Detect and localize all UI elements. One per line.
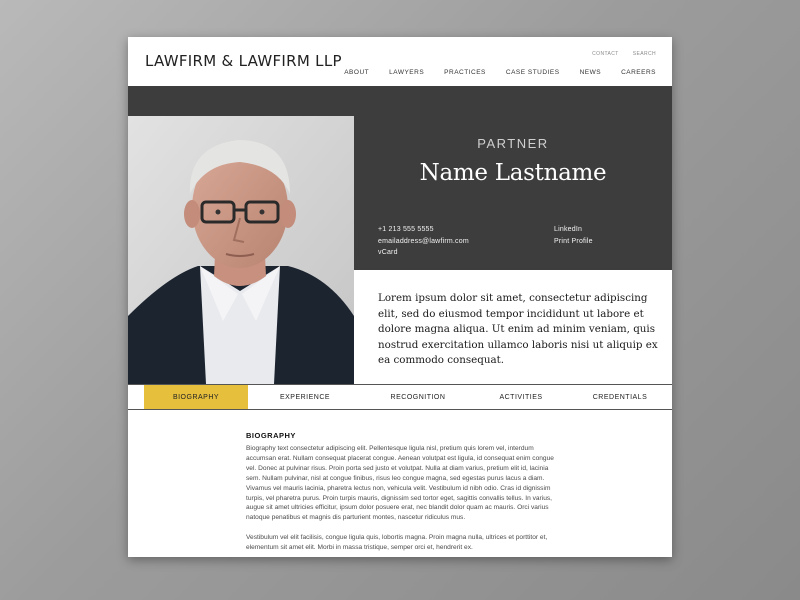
phone-link[interactable]: +1 213 555 5555 (378, 224, 469, 236)
tab-activities[interactable]: ACTIVITIES (474, 385, 568, 409)
tab-experience[interactable]: EXPERIENCE (248, 385, 362, 409)
vcard-link[interactable]: vCard (378, 247, 469, 259)
utility-nav: CONTACT SEARCH (592, 51, 656, 57)
profile-header-panel: PARTNER Name Lastname +1 213 555 5555 em… (354, 116, 672, 270)
print-profile-link[interactable]: Print Profile (554, 236, 593, 248)
profile-intro: Lorem ipsum dolor sit amet, consectetur … (378, 292, 658, 366)
biography-paragraph: Vestibulum vel elit facilisis, congue li… (246, 534, 548, 552)
nav-item-lawyers[interactable]: LAWYERS (389, 69, 424, 76)
biography-heading: BIOGRAPHY (246, 431, 296, 440)
linkedin-link[interactable]: LinkedIn (554, 224, 593, 236)
profile-tabs: BIOGRAPHY EXPERIENCE RECOGNITION ACTIVIT… (128, 384, 672, 410)
email-link[interactable]: emailaddress@lawfirm.com (378, 236, 469, 248)
profile-photo (128, 116, 354, 384)
biography-body: Biography text consectetur adipiscing el… (246, 444, 554, 557)
nav-item-case-studies[interactable]: CASE STUDIES (506, 69, 560, 76)
profile-page: LAWFIRM & LAWFIRM LLP CONTACT SEARCH ABO… (128, 37, 672, 557)
profile-role: PARTNER (477, 136, 549, 151)
site-header: LAWFIRM & LAWFIRM LLP CONTACT SEARCH ABO… (128, 37, 672, 86)
nav-item-about[interactable]: ABOUT (344, 69, 369, 76)
nav-item-news[interactable]: NEWS (580, 69, 602, 76)
portrait-illustration (128, 116, 354, 384)
tab-biography[interactable]: BIOGRAPHY (144, 385, 248, 409)
main-nav: ABOUT LAWYERS PRACTICES CASE STUDIES NEW… (344, 69, 656, 76)
utility-link-search[interactable]: SEARCH (633, 51, 656, 57)
profile-links: LinkedIn Print Profile (554, 224, 593, 247)
tab-credentials[interactable]: CREDENTIALS (568, 385, 672, 409)
hero-banner (128, 86, 672, 116)
nav-item-careers[interactable]: CAREERS (621, 69, 656, 76)
contact-info: +1 213 555 5555 emailaddress@lawfirm.com… (378, 224, 469, 259)
biography-paragraph: Biography text consectetur adipiscing el… (246, 445, 554, 522)
profile-name: Name Lastname (419, 160, 607, 186)
utility-link-contact[interactable]: CONTACT (592, 51, 619, 57)
site-logo[interactable]: LAWFIRM & LAWFIRM LLP (145, 52, 342, 70)
tab-recognition[interactable]: RECOGNITION (362, 385, 474, 409)
nav-item-practices[interactable]: PRACTICES (444, 69, 486, 76)
